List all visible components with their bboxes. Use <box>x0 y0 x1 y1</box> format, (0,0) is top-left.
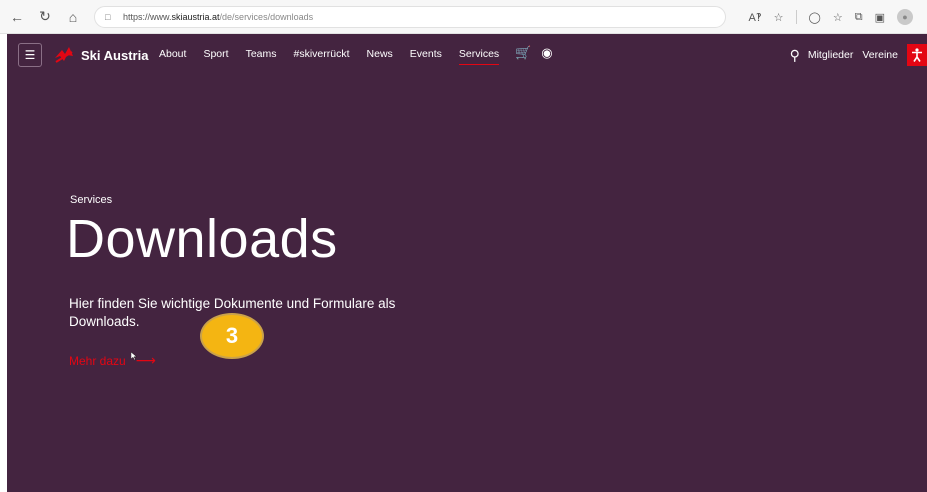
browser-toolbar: ← ↻ ⌂ □ https://www. skiaustria.at/de/ser… <box>0 0 927 34</box>
accessibility-icon[interactable] <box>907 44 927 66</box>
nav-icons: 🛒 ◉ <box>515 45 553 61</box>
favorite-add-icon[interactable]: ☆ <box>774 11 784 24</box>
url-prefix: https://www. <box>123 12 172 22</box>
reload-icon[interactable]: ↻ <box>34 6 56 28</box>
nav-item-skiverrueckt[interactable]: #skiverrückt <box>294 48 350 60</box>
logo-text: Ski Austria <box>81 47 149 63</box>
favorites-icon[interactable]: ☆ <box>833 11 843 24</box>
ski-austria-logo-icon <box>55 47 73 63</box>
members-link[interactable]: Mitglieder <box>808 49 854 61</box>
collections-icon[interactable]: ⧉ <box>855 11 863 24</box>
arrow-right-icon: ⟶ <box>135 352 156 368</box>
nav-item-news[interactable]: News <box>367 48 393 60</box>
home-icon[interactable]: ⌂ <box>62 6 84 28</box>
mouse-cursor-icon <box>131 352 137 360</box>
extension-icon[interactable]: ◯ <box>809 11 821 24</box>
ticket-icon[interactable]: ◉ <box>541 45 552 61</box>
main-navigation: About Sport Teams #skiverrückt News Even… <box>159 48 516 65</box>
url-path: /de/services/downloads <box>219 12 314 22</box>
menu-icon[interactable]: ☰ <box>18 43 42 67</box>
wallet-icon[interactable]: ▣ <box>875 11 885 24</box>
nav-item-events[interactable]: Events <box>410 48 442 60</box>
search-icon[interactable]: ⚲ <box>790 47 800 64</box>
nav-item-about[interactable]: About <box>159 48 186 60</box>
site-logo[interactable]: Ski Austria <box>53 44 148 66</box>
page-title: Downloads <box>66 209 338 269</box>
nav-item-teams[interactable]: Teams <box>246 48 277 60</box>
nav-item-sport[interactable]: Sport <box>203 48 228 60</box>
separator <box>795 10 797 24</box>
nav-item-services[interactable]: Services <box>458 48 500 65</box>
site-page: ☰ Ski Austria About Sport Teams #skiverr… <box>7 34 927 492</box>
clubs-link[interactable]: Vereine <box>862 49 898 61</box>
address-bar[interactable]: □ https://www. skiaustria.at/de/services/… <box>94 6 726 28</box>
header-right: ⚲ Mitglieder Vereine <box>790 34 927 76</box>
more-link-label: Mehr dazu <box>69 353 126 368</box>
browser-actions: A‽ ☆ ◯ ☆ ⧉ ▣ ● <box>748 6 913 28</box>
lock-icon: □ <box>105 12 111 22</box>
shop-cart-icon[interactable]: 🛒 <box>515 45 531 61</box>
profile-avatar-icon[interactable]: ● <box>897 9 913 25</box>
read-aloud-icon[interactable]: A‽ <box>748 11 761 24</box>
url-domain: skiaustria.at <box>171 12 220 22</box>
more-link[interactable]: Mehr dazu ⟶ <box>69 352 156 369</box>
site-header: ☰ Ski Austria About Sport Teams #skiverr… <box>7 34 927 76</box>
accessibility-figure-icon <box>912 48 922 62</box>
back-arrow-icon[interactable]: ← <box>6 6 28 28</box>
step-number-badge: 3 <box>200 313 264 359</box>
hero-eyebrow: Services <box>70 194 113 206</box>
